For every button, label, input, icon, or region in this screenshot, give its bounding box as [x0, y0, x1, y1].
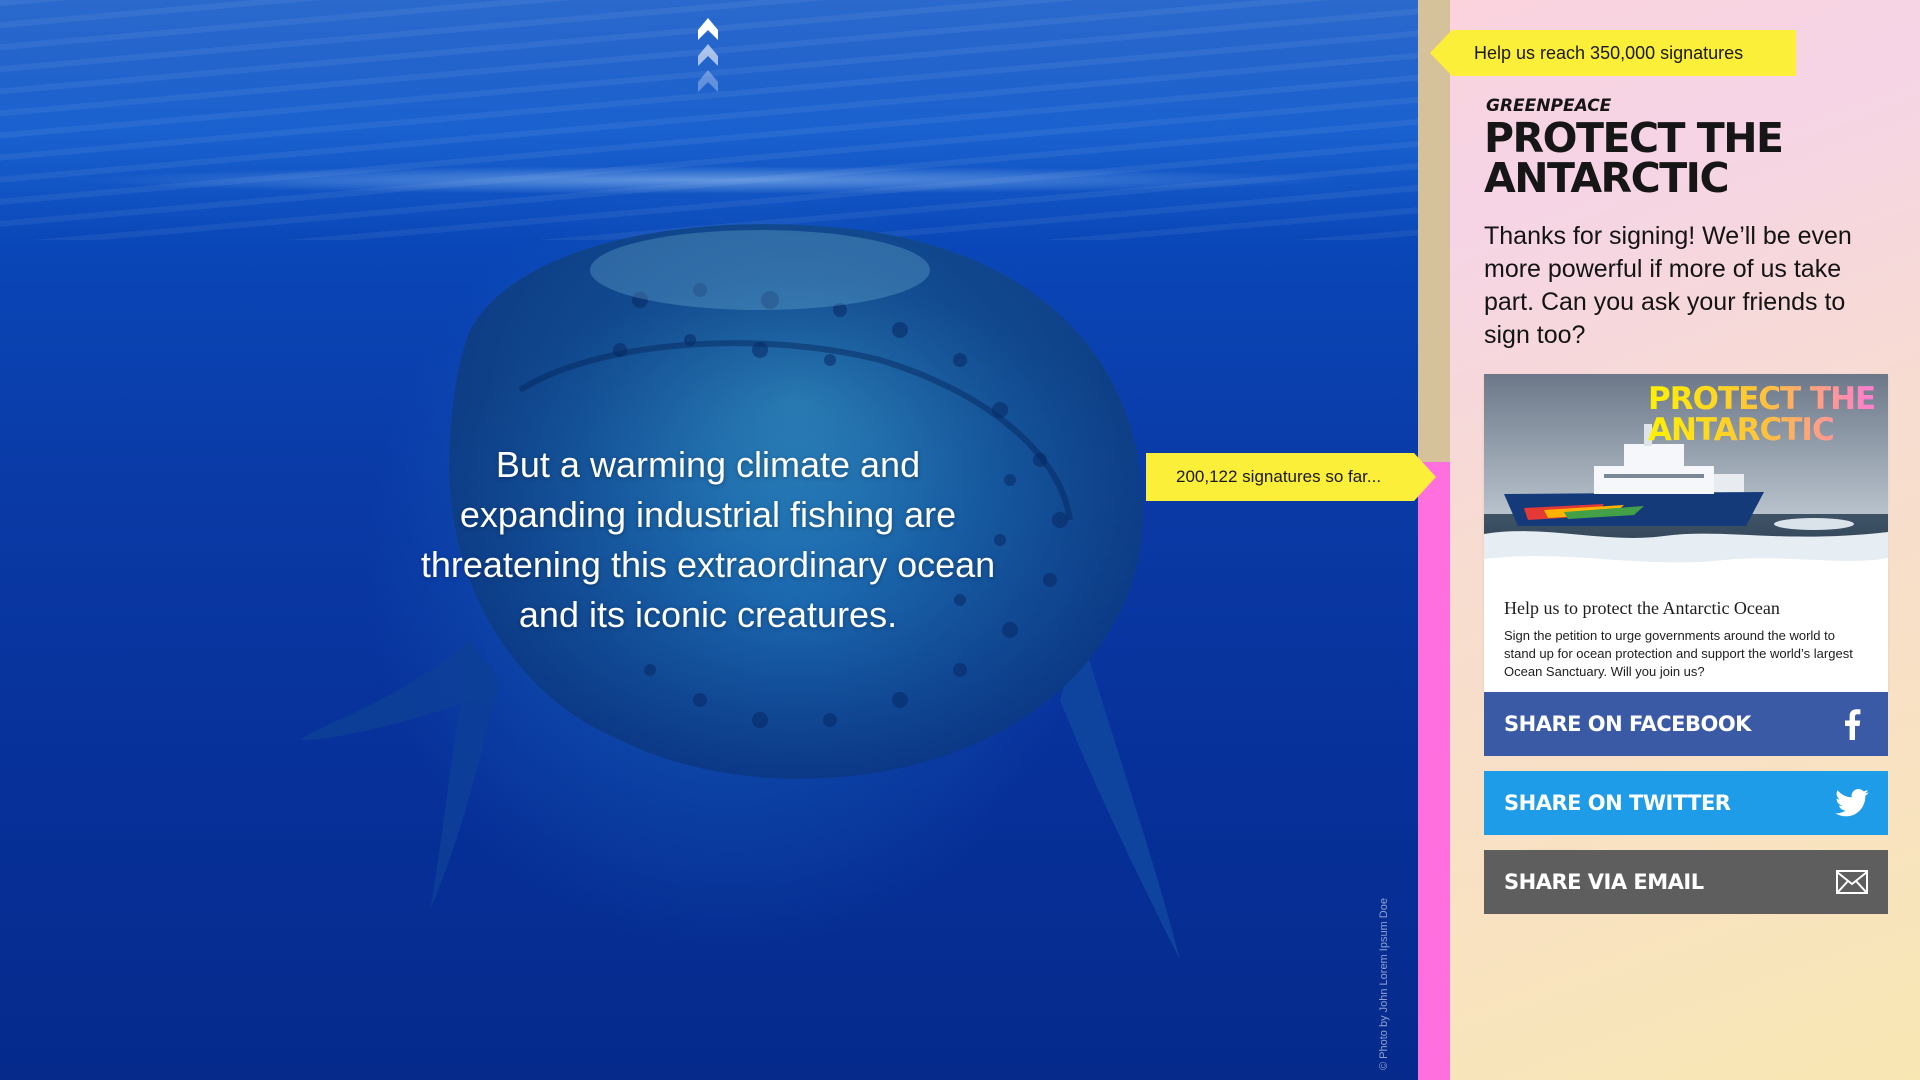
share-twitter-button[interactable]: SHARE ON TWITTER — [1484, 771, 1888, 835]
twitter-icon — [1834, 785, 1870, 821]
share-preview-title: Help us to protect the Antarctic Ocean — [1504, 598, 1780, 618]
signature-progress-bar — [1418, 0, 1450, 1080]
share-email-button[interactable]: SHARE VIA EMAIL — [1484, 850, 1888, 914]
hero-message: But a warming climate and expanding indu… — [420, 444, 996, 635]
page-title: PROTECT THE ANTARCTIC — [1484, 114, 1784, 202]
share-email-label: SHARE VIA EMAIL — [1504, 870, 1704, 894]
share-facebook-button[interactable]: SHARE ON FACEBOOK — [1484, 692, 1888, 756]
signature-count-label: 200,122 signatures so far... — [1176, 467, 1382, 486]
signature-count-tag: 200,122 signatures so far... — [1146, 453, 1436, 501]
share-panel: GREENPEACE PROTECT THE ANTARCTIC Thanks … — [1450, 0, 1920, 1080]
share-preview-description: Sign the petition to urge governments ar… — [1504, 628, 1853, 679]
photo-credit: © Photo by John Lorem Ipsum Doe — [1378, 898, 1390, 1070]
share-preview-image: PROTECT THE ANTARCTIC — [1484, 374, 1888, 586]
chevron-up-icon — [698, 70, 718, 92]
facebook-icon — [1834, 706, 1870, 742]
signature-goal-label: Help us reach 350,000 signatures — [1474, 42, 1744, 63]
envelope-icon — [1834, 864, 1870, 900]
share-preview-card: PROTECT THE ANTARCTIC Help us to protect… — [1484, 374, 1888, 693]
signature-goal-tag: Help us reach 350,000 signatures — [1430, 30, 1796, 76]
chevron-up-icon — [698, 44, 718, 66]
share-facebook-label: SHARE ON FACEBOOK — [1504, 712, 1751, 736]
hero-photo: But a warming climate and expanding indu… — [0, 0, 1418, 1080]
greenpeace-logo: GREENPEACE — [1486, 96, 1612, 116]
share-twitter-label: SHARE ON TWITTER — [1504, 791, 1731, 815]
thanks-message: Thanks for signing! We’ll be even more p… — [1484, 222, 1852, 349]
chevron-up-icon — [698, 18, 718, 40]
scroll-up-button[interactable] — [692, 14, 724, 106]
share-preview-image-title: PROTECT THE ANTARCTIC — [1648, 384, 1878, 446]
signature-progress-fill — [1418, 462, 1450, 1080]
